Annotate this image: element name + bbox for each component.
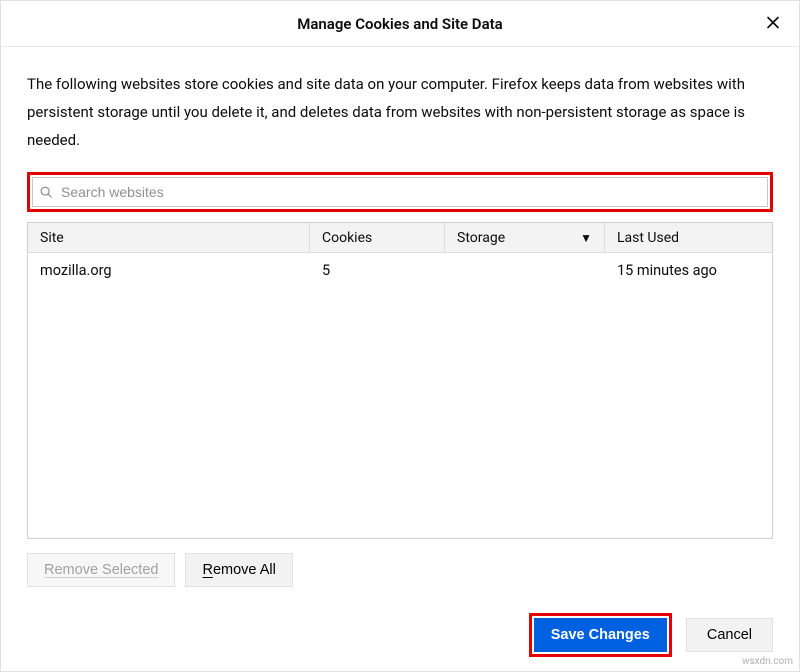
button-label-rest: emove Selected	[54, 562, 158, 578]
column-label: Storage	[457, 230, 505, 246]
cell-last-used: 15 minutes ago	[605, 262, 772, 279]
button-accesskey: R	[44, 562, 54, 578]
close-button[interactable]	[761, 10, 785, 37]
search-icon	[39, 185, 53, 199]
table-body[interactable]: mozilla.org 5 15 minutes ago	[28, 253, 772, 538]
cancel-button[interactable]: Cancel	[686, 618, 773, 652]
save-changes-button[interactable]: Save Changes	[534, 618, 667, 652]
sites-table: Site Cookies Storage ▼ Last Used mozilla…	[27, 222, 773, 539]
cell-site: mozilla.org	[28, 262, 310, 279]
sort-desc-icon: ▼	[580, 231, 592, 245]
save-highlight-box: Save Changes	[529, 613, 672, 657]
manage-cookies-dialog: Manage Cookies and Site Data The followi…	[0, 0, 800, 672]
column-label: Site	[40, 230, 64, 246]
table-header: Site Cookies Storage ▼ Last Used	[28, 223, 772, 253]
column-header-last-used[interactable]: Last Used	[605, 223, 772, 252]
button-accesskey: R	[202, 562, 212, 578]
column-label: Last Used	[617, 230, 679, 246]
column-header-storage[interactable]: Storage ▼	[445, 223, 605, 252]
remove-all-button[interactable]: Remove All	[185, 553, 292, 587]
description-text: The following websites store cookies and…	[27, 71, 773, 154]
search-field[interactable]	[32, 177, 768, 207]
footer-left-buttons: Remove Selected Remove All	[27, 539, 773, 593]
dialog-action-row: Save Changes Cancel	[1, 603, 799, 671]
search-highlight-box	[27, 172, 773, 212]
column-header-cookies[interactable]: Cookies	[310, 223, 445, 252]
search-input[interactable]	[59, 183, 761, 201]
column-label: Cookies	[322, 230, 372, 246]
dialog-header: Manage Cookies and Site Data	[1, 1, 799, 47]
dialog-body: The following websites store cookies and…	[1, 47, 799, 603]
remove-selected-button: Remove Selected	[27, 553, 175, 587]
table-row[interactable]: mozilla.org 5 15 minutes ago	[28, 253, 772, 287]
close-icon	[765, 14, 781, 34]
cell-cookies: 5	[310, 262, 445, 279]
watermark: wsxdn.com	[742, 656, 793, 667]
button-label-rest: emove All	[213, 562, 276, 578]
column-header-site[interactable]: Site	[28, 223, 310, 252]
dialog-title: Manage Cookies and Site Data	[297, 15, 502, 33]
